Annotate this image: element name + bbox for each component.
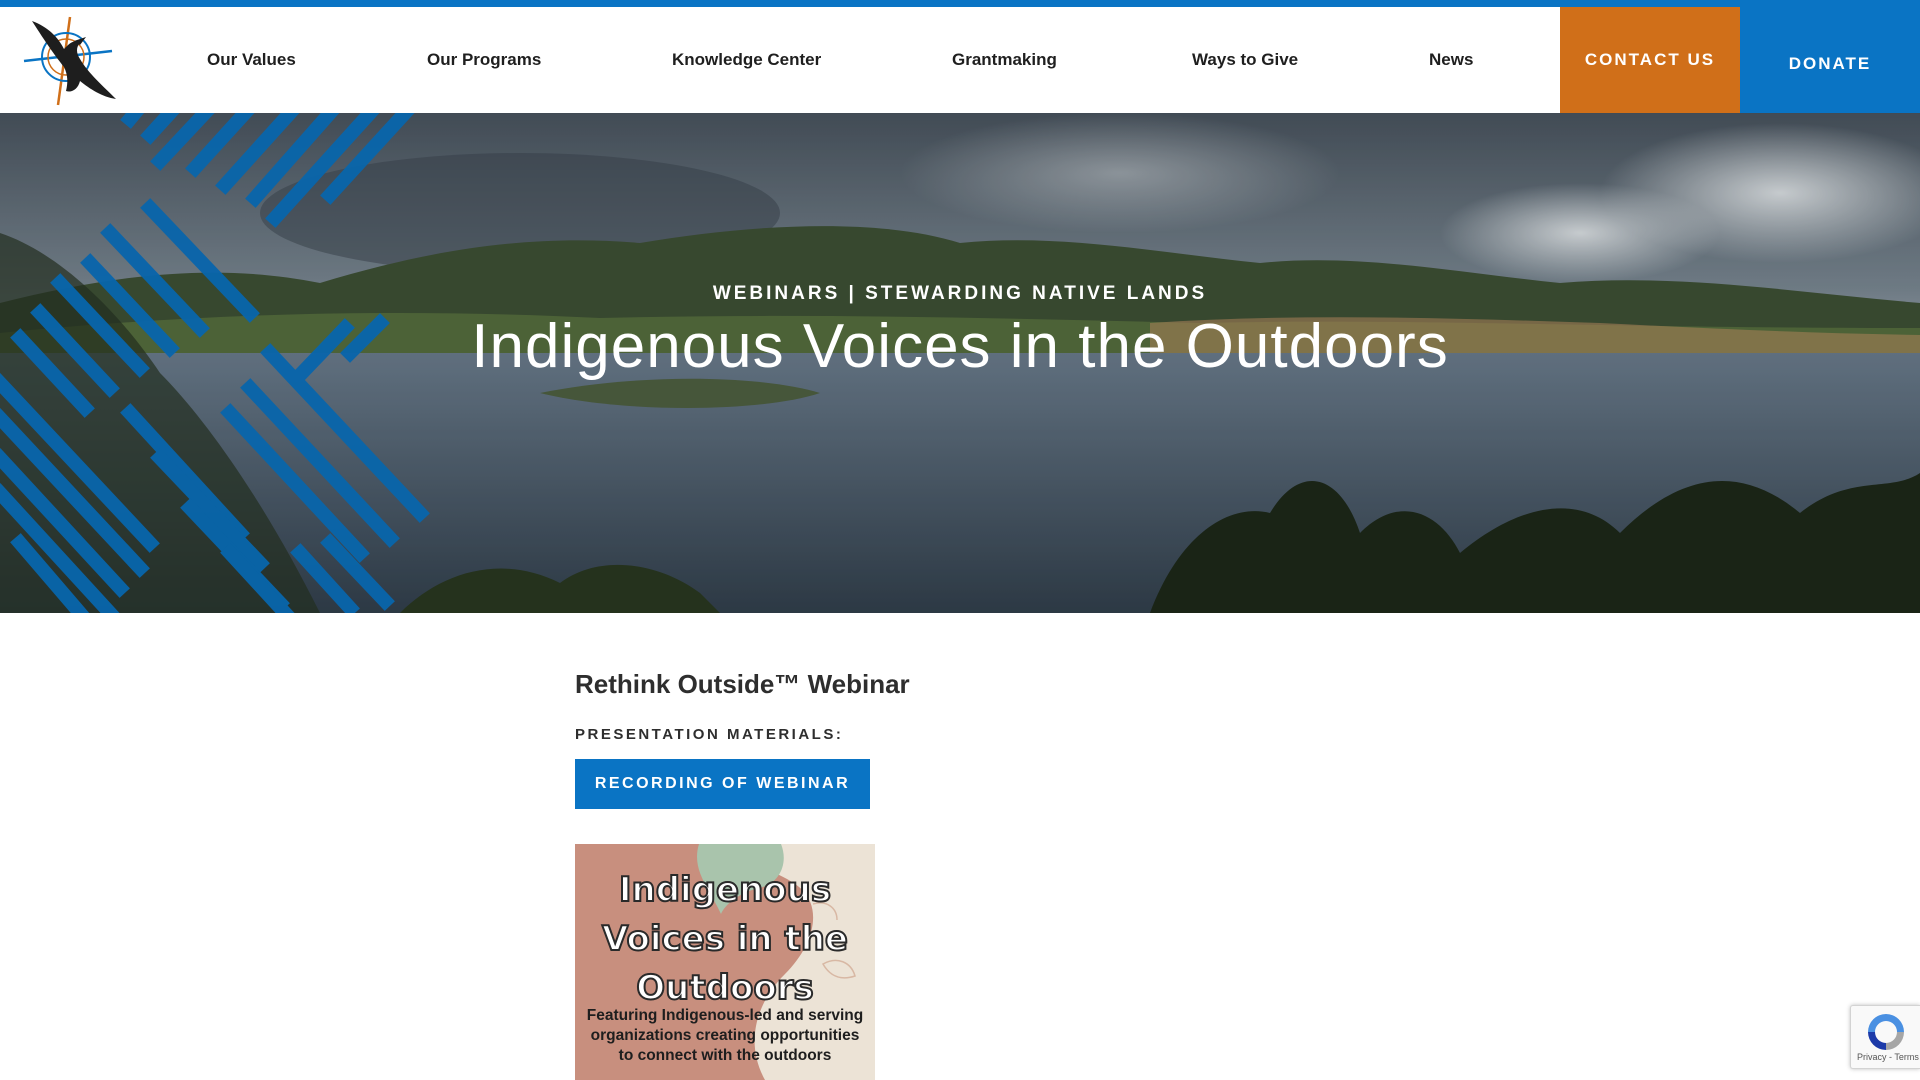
donate-button[interactable]: DONATE — [1740, 0, 1920, 113]
nav-our-values[interactable]: Our Values — [207, 7, 296, 113]
nav-our-programs[interactable]: Our Programs — [427, 7, 541, 113]
nav-grantmaking[interactable]: Grantmaking — [952, 7, 1057, 113]
top-accent-stripe — [0, 0, 1920, 7]
nav-ways-to-give[interactable]: Ways to Give — [1192, 7, 1298, 113]
hero-eyebrow: WEBINARS | STEWARDING NATIVE LANDS — [712, 283, 1208, 304]
section-title: Rethink Outside™ Webinar — [575, 669, 910, 699]
nav-news[interactable]: News — [1429, 7, 1473, 113]
presentation-materials-label: PRESENTATION MATERIALS: — [575, 726, 844, 743]
poster-subtitle: Featuring Indigenous-led and serving org… — [586, 1007, 864, 1064]
main-nav: Our Values Our Programs Knowledge Center… — [150, 7, 1560, 113]
recaptcha-badge[interactable]: Privacy - Terms — [1850, 1005, 1920, 1069]
webinar-poster-image[interactable]: Indigenous Voices in the Outdoors Featur… — [575, 844, 875, 1080]
nav-knowledge-center[interactable]: Knowledge Center — [672, 7, 821, 113]
recaptcha-privacy-terms[interactable]: Privacy - Terms — [1857, 1052, 1919, 1062]
eagle-compass-logo[interactable] — [18, 13, 122, 109]
site-header: Our Values Our Programs Knowledge Center… — [0, 0, 1920, 113]
contact-us-button[interactable]: CONTACT US — [1560, 7, 1740, 113]
hero-banner: WEBINARS | STEWARDING NATIVE LANDS Indig… — [0, 113, 1920, 613]
poster-title-line: Voices in the — [601, 918, 849, 960]
page-title: Indigenous Voices in the Outdoors — [471, 312, 1449, 381]
poster-title: Indigenous Voices in the Outdoors — [575, 866, 875, 1013]
poster-title-line: Indigenous — [618, 869, 832, 911]
recording-of-webinar-button[interactable]: RECORDING OF WEBINAR — [575, 759, 870, 809]
recaptcha-icon — [1868, 1014, 1904, 1050]
